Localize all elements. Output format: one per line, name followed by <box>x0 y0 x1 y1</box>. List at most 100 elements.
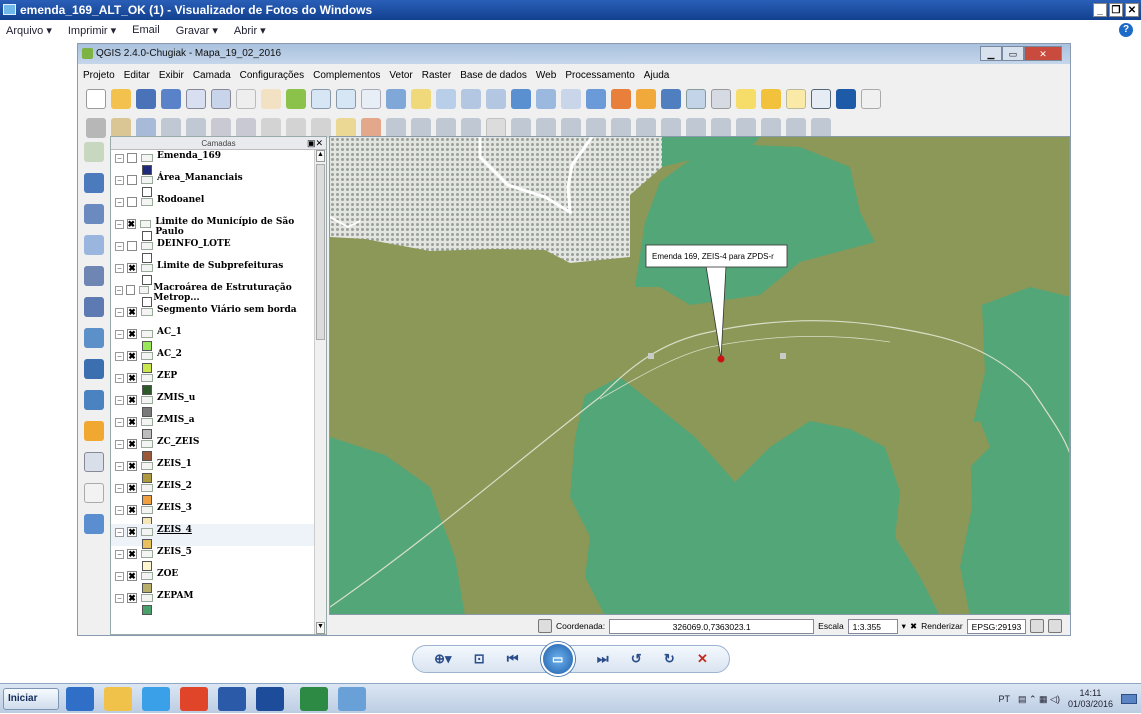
coordinate-toggle-icon[interactable] <box>538 619 552 633</box>
expand-toggle-icon[interactable]: − <box>115 462 124 471</box>
menu-ajuda[interactable]: Ajuda <box>644 70 670 81</box>
expand-toggle-icon[interactable]: − <box>115 176 124 185</box>
expand-toggle-icon[interactable]: − <box>115 396 124 405</box>
show-bookmarks-icon[interactable] <box>786 89 806 109</box>
add-wms-layer-icon[interactable] <box>84 328 104 348</box>
rotate-left-icon[interactable]: ↺ <box>631 651 642 667</box>
previous-icon[interactable]: ⏮ <box>507 651 519 667</box>
menu-configuracoes[interactable]: Configurações <box>240 70 304 81</box>
chrome-task-icon[interactable] <box>180 687 208 711</box>
outlook-task-icon[interactable] <box>66 687 94 711</box>
layer-row[interactable]: − ✖ Limite do Município de São Paulo <box>111 216 314 241</box>
split-features-icon[interactable] <box>736 118 756 138</box>
layer-row[interactable]: − ✖ ZEIS_4 <box>111 524 314 549</box>
zoom-to-selection-icon[interactable] <box>411 89 431 109</box>
menu-email[interactable]: Email <box>132 24 160 36</box>
layer-visibility-checkbox[interactable]: ✖ <box>127 395 137 405</box>
offset-curve-icon[interactable] <box>711 118 731 138</box>
zoom-last-icon[interactable] <box>461 89 481 109</box>
statistics-icon[interactable] <box>686 89 706 109</box>
layer-row[interactable]: − ✖ ZC_ZEIS <box>111 436 314 461</box>
actual-size-icon[interactable]: ⊡ <box>474 651 485 667</box>
touch-zoom-icon[interactable] <box>236 89 256 109</box>
layer-row[interactable]: − ✖ ZMIS_u <box>111 392 314 417</box>
show-desktop-button[interactable] <box>1121 694 1137 704</box>
add-delimited-text-icon[interactable] <box>84 421 104 441</box>
scroll-thumb[interactable] <box>316 164 325 340</box>
layer-row[interactable]: − DEINFO_LOTE <box>111 238 314 263</box>
excel-task-icon[interactable] <box>300 687 328 711</box>
expand-toggle-icon[interactable]: − <box>115 594 124 603</box>
add-postgis-layer-icon[interactable] <box>84 204 104 224</box>
add-oracle-layer-icon[interactable] <box>84 297 104 317</box>
expand-toggle-icon[interactable]: − <box>115 572 124 581</box>
undo-icon[interactable] <box>511 118 531 138</box>
identify-dropdown-icon[interactable] <box>561 89 581 109</box>
delete-selected-icon[interactable] <box>236 118 256 138</box>
layer-row[interactable]: − Emenda_169 <box>111 150 314 175</box>
layer-visibility-checkbox[interactable]: ✖ <box>127 571 137 581</box>
layer-row[interactable]: − ✖ ZEIS_1 <box>111 458 314 483</box>
add-raster-layer-icon[interactable] <box>84 173 104 193</box>
add-wcs-layer-icon[interactable] <box>84 359 104 379</box>
layer-row[interactable]: − ✖ ZEIS_5 <box>111 546 314 571</box>
paste-features-icon[interactable] <box>311 118 331 138</box>
layer-row[interactable]: − ✖ ZEIS_2 <box>111 480 314 505</box>
menu-exibir[interactable]: Exibir <box>159 70 184 81</box>
expand-toggle-icon[interactable]: − <box>115 550 124 559</box>
zoom-next-icon[interactable] <box>486 89 506 109</box>
slideshow-icon[interactable]: ▭ <box>540 642 575 676</box>
expand-toggle-icon[interactable]: − <box>115 286 123 295</box>
annotation-marker[interactable] <box>717 355 725 363</box>
scroll-up-icon[interactable]: ▲ <box>316 150 325 162</box>
toggle-editing-icon[interactable] <box>111 118 131 138</box>
restore-button[interactable]: ❐ <box>1109 3 1123 17</box>
expand-toggle-icon[interactable]: − <box>115 418 124 427</box>
add-feature-icon[interactable] <box>161 118 181 138</box>
layer-properties-icon[interactable] <box>84 514 104 534</box>
layer-visibility-checkbox[interactable]: ✖ <box>127 527 137 537</box>
zoom-full-icon[interactable] <box>386 89 406 109</box>
map-tips-icon[interactable] <box>736 89 756 109</box>
expand-toggle-icon[interactable]: − <box>115 374 124 383</box>
clock[interactable]: 14:11 01/03/2016 <box>1068 688 1113 710</box>
expand-toggle-icon[interactable]: − <box>115 242 124 251</box>
panel-float-close-icon[interactable]: ▣✕ <box>307 137 323 150</box>
expand-toggle-icon[interactable]: − <box>115 220 124 229</box>
refresh-icon[interactable] <box>511 89 531 109</box>
cut-features-icon[interactable] <box>261 118 281 138</box>
close-button[interactable]: ✕ <box>1125 3 1139 17</box>
layer-visibility-checkbox[interactable]: ✖ <box>127 549 137 559</box>
explorer-task-icon[interactable] <box>104 687 132 711</box>
save-as-icon[interactable] <box>161 89 181 109</box>
layer-visibility-checkbox[interactable]: ✖ <box>127 461 137 471</box>
crs-status-icon[interactable] <box>1030 619 1045 633</box>
layer-row[interactable]: − ✖ Limite de Subprefeituras <box>111 260 314 285</box>
expand-toggle-icon[interactable]: − <box>115 198 124 207</box>
new-print-composer-icon[interactable] <box>186 89 206 109</box>
layer-visibility-checkbox[interactable]: ✖ <box>127 263 137 273</box>
attribute-table-icon[interactable] <box>661 89 681 109</box>
pin-labels-icon[interactable] <box>361 118 381 138</box>
layer-row[interactable]: − Macroárea de Estruturação Metrop... <box>111 282 314 307</box>
expand-toggle-icon[interactable]: − <box>115 528 124 537</box>
rotate-point-icon[interactable] <box>786 118 806 138</box>
reshape-icon[interactable] <box>686 118 706 138</box>
layer-visibility-checkbox[interactable]: ✖ <box>127 373 137 383</box>
layer-visibility-checkbox[interactable]: ✖ <box>127 593 137 603</box>
expand-toggle-icon[interactable]: − <box>115 506 124 515</box>
layer-visibility-checkbox[interactable]: ✖ <box>127 439 137 449</box>
menu-imprimir[interactable]: Imprimir ▾ <box>68 24 116 37</box>
layer-visibility-checkbox[interactable]: ✖ <box>127 351 137 361</box>
save-project-icon[interactable] <box>136 89 156 109</box>
layer-row[interactable]: − ✖ ZOE <box>111 568 314 593</box>
simplify-icon[interactable] <box>811 118 831 138</box>
zoom-in-icon[interactable] <box>311 89 331 109</box>
identify-icon[interactable] <box>536 89 556 109</box>
open-project-icon[interactable] <box>111 89 131 109</box>
add-wfs-layer-icon[interactable] <box>84 390 104 410</box>
label-tool-icon[interactable] <box>336 118 356 138</box>
layer-visibility-checkbox[interactable]: ✖ <box>127 329 137 339</box>
layer-row[interactable]: − Área_Mananciais <box>111 172 314 197</box>
menu-complementos[interactable]: Complementos <box>313 70 380 81</box>
